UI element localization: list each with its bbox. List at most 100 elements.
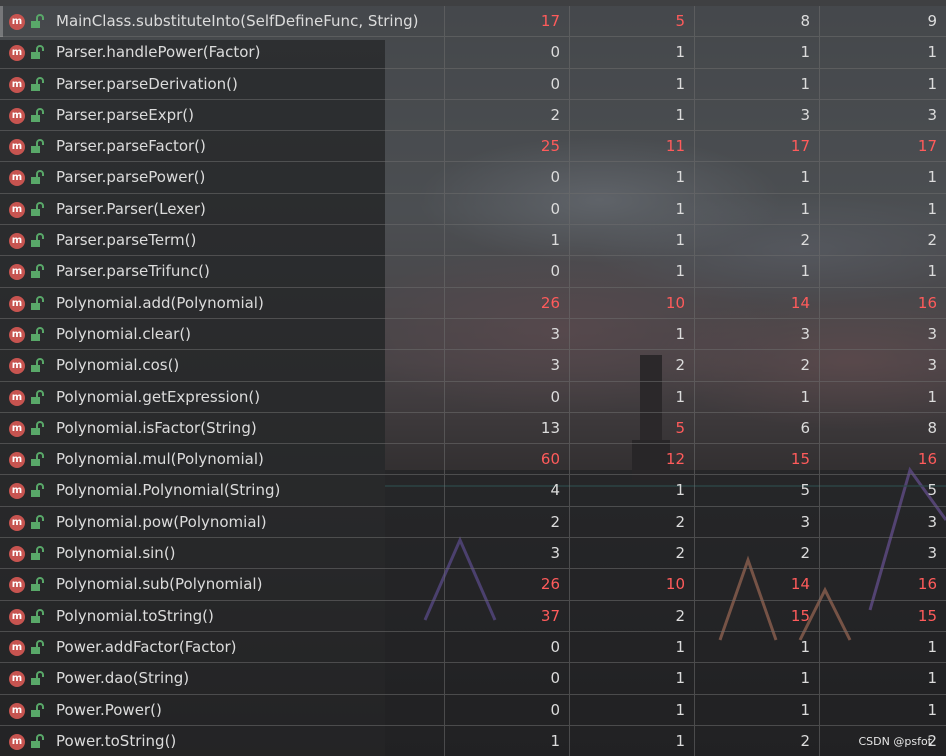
- method-name-cell[interactable]: m Parser.handlePower(Factor): [0, 37, 445, 68]
- metric-value: 1: [927, 669, 937, 688]
- method-name-cell[interactable]: m Polynomial.clear(): [0, 318, 445, 350]
- table-row[interactable]: m Polynomial.sub(Polynomial) 26 10 14 16: [0, 569, 946, 601]
- method-name-cell[interactable]: m Parser.Parser(Lexer): [0, 193, 445, 225]
- table-row[interactable]: m Parser.parseExpr() 2 1 3 3: [0, 99, 946, 132]
- metric-value: 0: [550, 387, 560, 406]
- method-name-cell[interactable]: m Polynomial.toString(): [0, 600, 445, 631]
- method-name-cell[interactable]: m Polynomial.pow(Polynomial): [0, 506, 445, 538]
- table-row[interactable]: m Polynomial.pow(Polynomial) 2 2 3 3: [0, 506, 946, 539]
- table-row[interactable]: m Power.dao(String) 0 1 1 1: [0, 663, 946, 695]
- metric-value: 1: [675, 481, 685, 500]
- metric-cell: 1: [820, 256, 946, 286]
- metric-value: 1: [927, 262, 937, 281]
- metric-cell: 60: [445, 444, 570, 475]
- metric-value: 3: [927, 512, 937, 531]
- metric-value: 5: [675, 418, 685, 437]
- table-row[interactable]: m Parser.parsePower() 0 1 1 1: [0, 162, 946, 194]
- metric-value: 1: [927, 168, 937, 187]
- lock-open-icon: [31, 546, 44, 561]
- method-name-cell[interactable]: m Parser.parsePower(): [0, 162, 445, 193]
- method-name: Parser.parseFactor(): [56, 137, 206, 156]
- table-row[interactable]: m Parser.parseTrifunc() 0 1 1 1: [0, 256, 946, 288]
- method-name-cell[interactable]: m Parser.parseFactor(): [0, 131, 445, 162]
- metric-cell: 2: [570, 600, 695, 631]
- metric-cell: 1: [570, 256, 695, 287]
- lock-open-icon: [31, 264, 44, 279]
- table-row[interactable]: m Power.addFactor(Factor) 0 1 1 1: [0, 631, 946, 664]
- method-name-cell[interactable]: m Parser.parseExpr(): [0, 99, 445, 131]
- table-row[interactable]: m Polynomial.cos() 3 2 2 3: [0, 350, 946, 382]
- table-row[interactable]: m Polynomial.add(Polynomial) 26 10 14 16: [0, 287, 946, 319]
- table-row[interactable]: m Polynomial.sin() 3 2 2 3: [0, 538, 946, 570]
- metric-value: 1: [800, 637, 810, 656]
- table-row[interactable]: m Polynomial.isFactor(String) 13 5 6 8: [0, 412, 946, 445]
- metric-value: 1: [800, 387, 810, 406]
- method-name-cell[interactable]: m Polynomial.add(Polynomial): [0, 287, 445, 318]
- method-name-cell[interactable]: m Polynomial.sin(): [0, 538, 445, 569]
- metric-value: 26: [540, 293, 560, 312]
- metric-value: 12: [665, 450, 685, 469]
- metric-value: 1: [675, 324, 685, 343]
- method-name-cell[interactable]: m Polynomial.isFactor(String): [0, 412, 445, 444]
- table-row[interactable]: m MainClass.substituteInto(SelfDefineFunc…: [0, 6, 946, 38]
- method-name-cell[interactable]: m Parser.parseTerm(): [0, 225, 445, 256]
- metric-cell: 14: [695, 287, 820, 318]
- metric-cell: 5: [695, 475, 820, 506]
- metric-cell: 2: [570, 506, 695, 538]
- method-name-cell[interactable]: m MainClass.substituteInto(SelfDefineFunc…: [0, 6, 445, 37]
- method-name-cell[interactable]: m Power.addFactor(Factor): [0, 631, 445, 663]
- screenshot: m MainClass.substituteInto(SelfDefineFunc…: [0, 0, 946, 756]
- metric-value: 1: [675, 731, 685, 750]
- metric-value: 1: [675, 387, 685, 406]
- metric-cell: 1: [820, 37, 946, 67]
- metric-value: 0: [550, 74, 560, 93]
- method-name-cell[interactable]: m Power.toString(): [0, 725, 445, 756]
- metric-value: 3: [927, 324, 937, 343]
- method-name-cell[interactable]: m Polynomial.cos(): [0, 350, 445, 381]
- metric-cell: 3: [820, 350, 946, 380]
- metric-cell: 5: [570, 6, 695, 37]
- table-row[interactable]: m Parser.parseFactor() 25 11 17 17: [0, 131, 946, 163]
- method-name-cell[interactable]: m Polynomial.getExpression(): [0, 381, 445, 412]
- method-name-cell[interactable]: m Polynomial.mul(Polynomial): [0, 444, 445, 475]
- table-row[interactable]: m Power.toString() 1 1 2 2: [0, 725, 946, 756]
- table-row[interactable]: m Parser.handlePower(Factor) 0 1 1 1: [0, 37, 946, 69]
- method-name-cell[interactable]: m Polynomial.sub(Polynomial): [0, 569, 445, 600]
- table-row[interactable]: m Power.Power() 0 1 1 1: [0, 694, 946, 726]
- metric-value: 2: [800, 356, 810, 375]
- metric-cell: 1: [695, 256, 820, 287]
- table-row[interactable]: m Parser.parseTerm() 1 1 2 2: [0, 225, 946, 257]
- metric-value: 15: [790, 606, 810, 625]
- metric-cell: 10: [570, 287, 695, 318]
- metric-value: 17: [917, 137, 937, 156]
- metric-value: 1: [800, 669, 810, 688]
- method-name-cell[interactable]: m Parser.parseTrifunc(): [0, 256, 445, 287]
- metric-value: 15: [917, 606, 937, 625]
- method-name-cell[interactable]: m Polynomial.Polynomial(String): [0, 475, 445, 506]
- metric-cell: 1: [570, 99, 695, 131]
- metric-cell: 17: [695, 131, 820, 162]
- method-name: Polynomial.isFactor(String): [56, 418, 257, 437]
- table-row[interactable]: m Polynomial.Polynomial(String) 4 1 5 5: [0, 475, 946, 507]
- table-row[interactable]: m Polynomial.clear() 3 1 3 3: [0, 318, 946, 351]
- method-name: Parser.parseTerm(): [56, 231, 197, 250]
- method-icon: m: [9, 546, 25, 563]
- metric-cell: 12: [570, 444, 695, 475]
- method-name: Power.addFactor(Factor): [56, 637, 237, 656]
- table-row[interactable]: m Polynomial.toString() 37 2 15 15: [0, 600, 946, 632]
- method-name-cell[interactable]: m Power.dao(String): [0, 663, 445, 694]
- metric-cell: 8: [820, 413, 946, 443]
- table-row[interactable]: m Parser.parseDerivation() 0 1 1 1: [0, 68, 946, 100]
- method-icon: m: [9, 170, 25, 187]
- table-row[interactable]: m Parser.Parser(Lexer) 0 1 1 1: [0, 193, 946, 226]
- lock-open-icon: [31, 702, 44, 717]
- method-icon: m: [9, 483, 25, 500]
- table-row[interactable]: m Polynomial.mul(Polynomial) 60 12 15 16: [0, 444, 946, 476]
- metric-value: 1: [800, 262, 810, 281]
- metric-cell: 5: [820, 475, 946, 505]
- metric-cell: 4: [445, 475, 570, 506]
- method-name-cell[interactable]: m Parser.parseDerivation(): [0, 68, 445, 99]
- table-row[interactable]: m Polynomial.getExpression() 0 1 1 1: [0, 381, 946, 413]
- method-name-cell[interactable]: m Power.Power(): [0, 694, 445, 725]
- metric-cell: 3: [820, 319, 946, 349]
